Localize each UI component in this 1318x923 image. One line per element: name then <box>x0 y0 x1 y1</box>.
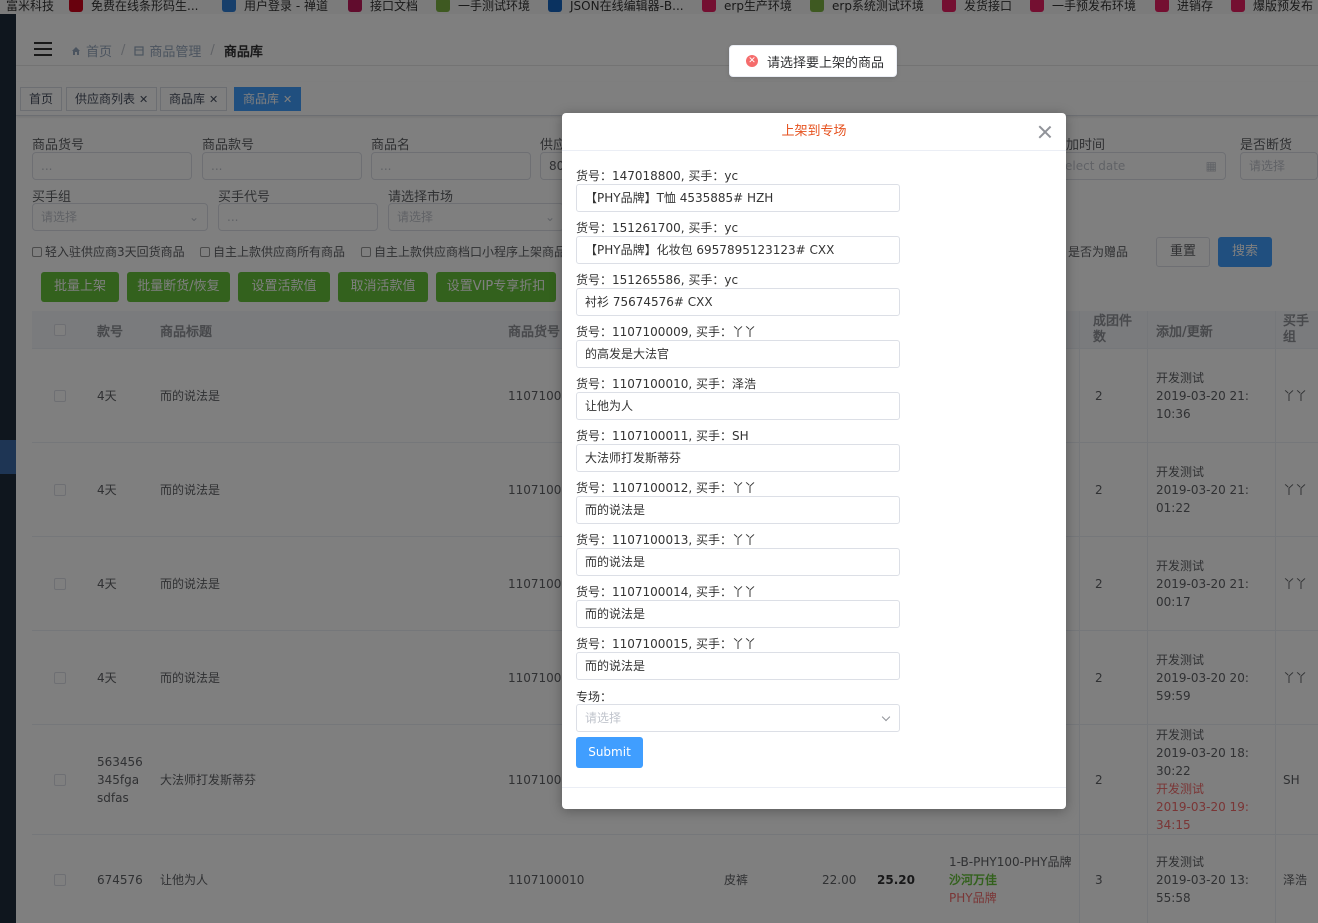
error-icon: ✕ <box>746 55 758 67</box>
item-sku-label: 货号：151265586, 买手：yc <box>576 273 739 287</box>
item-title-input[interactable]: 而的说法是 <box>576 652 900 680</box>
item-sku-label: 货号：1107100009, 买手：丫丫 <box>576 325 756 339</box>
error-toast: ✕ 请选择要上架的商品 <box>729 45 897 77</box>
dialog-footer <box>562 787 1066 788</box>
item-sku-label: 货号：147018800, 买手：yc <box>576 169 739 183</box>
item-title-input[interactable]: 大法师打发斯蒂芬 <box>576 444 900 472</box>
item-title-input[interactable]: 的高发是大法官 <box>576 340 900 368</box>
item-title-input[interactable]: 衬衫 75674576# CXX <box>576 288 900 316</box>
close-icon[interactable] <box>1038 125 1052 139</box>
item-title-input[interactable]: 而的说法是 <box>576 600 900 628</box>
item-sku-label: 货号：1107100013, 买手：丫丫 <box>576 533 756 547</box>
item-sku-label: 货号：1107100010, 买手：泽浩 <box>576 377 756 391</box>
dialog-title: 上架到专场 <box>562 113 1066 151</box>
item-title-input[interactable]: 【PHY品牌】化妆包 6957895123123# CXX <box>576 236 900 264</box>
item-title-input[interactable]: 【PHY品牌】T恤 4535885# HZH <box>576 184 900 212</box>
venue-placeholder: 请选择 <box>585 711 622 725</box>
publish-to-venue-dialog: 上架到专场 货号：147018800, 买手：yc 【PHY品牌】T恤 45358… <box>562 113 1066 809</box>
item-sku-label: 货号：1107100015, 买手：丫丫 <box>576 637 756 651</box>
item-title-input[interactable]: 而的说法是 <box>576 496 900 524</box>
item-title-input[interactable]: 而的说法是 <box>576 548 900 576</box>
chevron-down-icon <box>881 712 891 722</box>
item-sku-label: 货号：1107100014, 买手：丫丫 <box>576 585 756 599</box>
venue-select[interactable]: 请选择 <box>576 704 900 732</box>
item-title-input[interactable]: 让他为人 <box>576 392 900 420</box>
venue-label: 专场： <box>576 690 613 704</box>
toast-message: 请选择要上架的商品 <box>767 55 885 71</box>
submit-button[interactable]: Submit <box>576 737 643 768</box>
item-sku-label: 货号：1107100012, 买手：丫丫 <box>576 481 756 495</box>
item-sku-label: 货号：1107100011, 买手：SH <box>576 429 749 443</box>
item-sku-label: 货号：151261700, 买手：yc <box>576 221 739 235</box>
